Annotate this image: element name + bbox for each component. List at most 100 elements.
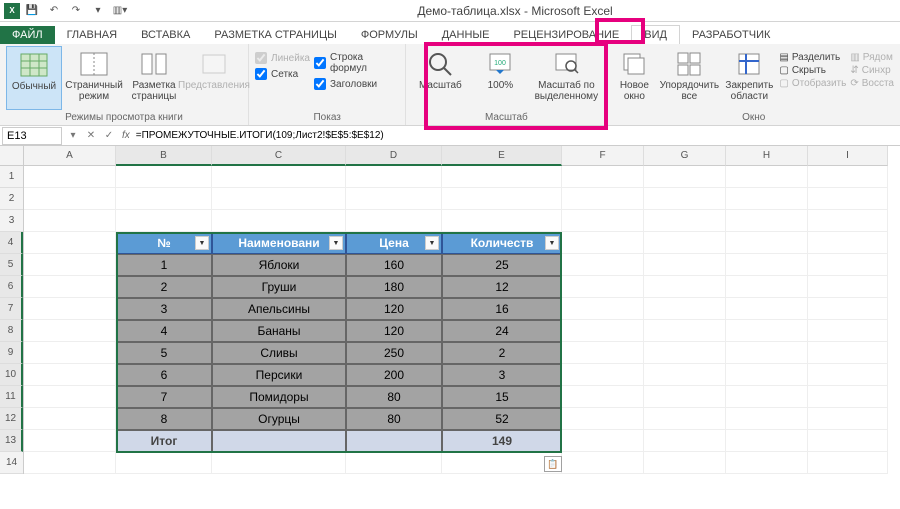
row-header-13[interactable]: 13	[0, 430, 23, 452]
cell[interactable]: 80	[346, 386, 442, 408]
cell[interactable]	[726, 320, 808, 342]
cell[interactable]	[346, 430, 442, 452]
cell[interactable]	[808, 232, 888, 254]
cell[interactable]: 16	[442, 298, 562, 320]
cell[interactable]	[644, 320, 726, 342]
cell[interactable]	[24, 342, 116, 364]
cell[interactable]	[644, 166, 726, 188]
new-window-button[interactable]: Новое окно	[613, 46, 655, 110]
cell[interactable]	[116, 188, 212, 210]
cell[interactable]	[644, 232, 726, 254]
cell[interactable]	[24, 210, 116, 232]
cell[interactable]: 52	[442, 408, 562, 430]
cell[interactable]	[726, 254, 808, 276]
cell[interactable]: 120	[346, 298, 442, 320]
col-header-a[interactable]: A	[24, 146, 116, 166]
grid-check-input[interactable]	[255, 68, 267, 80]
cell[interactable]	[726, 232, 808, 254]
cell[interactable]	[24, 276, 116, 298]
cell[interactable]: Сливы	[212, 342, 346, 364]
row-header-10[interactable]: 10	[0, 364, 23, 386]
cell[interactable]: 25	[442, 254, 562, 276]
row-header-5[interactable]: 5	[0, 254, 23, 276]
cell[interactable]: Наименовани▼	[212, 232, 346, 254]
cell[interactable]	[212, 430, 346, 452]
cell[interactable]: 8	[116, 408, 212, 430]
cell[interactable]	[726, 386, 808, 408]
cell[interactable]	[24, 166, 116, 188]
formula-bar-checkbox[interactable]: Строка формул	[314, 52, 399, 74]
cell[interactable]	[726, 166, 808, 188]
col-header-h[interactable]: H	[726, 146, 808, 166]
cell[interactable]	[562, 408, 644, 430]
ruler-checkbox[interactable]: Линейка	[255, 52, 310, 64]
cell[interactable]	[562, 452, 644, 474]
tab-developer[interactable]: РАЗРАБОТЧИК	[680, 26, 782, 44]
cell[interactable]	[644, 210, 726, 232]
undo-button[interactable]: ↶	[44, 2, 64, 20]
name-box-dropdown-icon[interactable]: ▾	[64, 130, 82, 141]
page-break-button[interactable]: Страничный режим	[66, 46, 122, 110]
arrange-all-button[interactable]: Упорядочить все	[659, 46, 719, 110]
cell[interactable]	[726, 364, 808, 386]
cell[interactable]: Бананы	[212, 320, 346, 342]
col-header-e[interactable]: E	[442, 146, 562, 166]
cell[interactable]	[116, 210, 212, 232]
row-header-8[interactable]: 8	[0, 320, 23, 342]
row-header-9[interactable]: 9	[0, 342, 23, 364]
cell[interactable]: 12	[442, 276, 562, 298]
cell[interactable]	[24, 408, 116, 430]
cell[interactable]	[24, 430, 116, 452]
cell[interactable]	[562, 430, 644, 452]
cell[interactable]: 160	[346, 254, 442, 276]
row-header-1[interactable]: 1	[0, 166, 23, 188]
cell[interactable]	[24, 232, 116, 254]
cell[interactable]	[726, 188, 808, 210]
formula-input[interactable]	[134, 130, 900, 141]
cell[interactable]: 6	[116, 364, 212, 386]
cell[interactable]: Персики	[212, 364, 346, 386]
row-header-6[interactable]: 6	[0, 276, 23, 298]
cell[interactable]: 1	[116, 254, 212, 276]
cell[interactable]	[24, 298, 116, 320]
cell[interactable]	[808, 408, 888, 430]
cell[interactable]: Количеств▼	[442, 232, 562, 254]
cell[interactable]: 24	[442, 320, 562, 342]
cell[interactable]	[726, 298, 808, 320]
cell[interactable]	[442, 166, 562, 188]
cell[interactable]	[562, 364, 644, 386]
filter-dropdown-icon[interactable]: ▼	[195, 236, 209, 250]
freeze-panes-button[interactable]: Закрепить области	[723, 46, 775, 110]
grid-body[interactable]: №▼Наименовани▼Цена▼Количеств▼1Яблоки1602…	[24, 166, 900, 474]
row-header-2[interactable]: 2	[0, 188, 23, 210]
cell[interactable]	[346, 166, 442, 188]
cell[interactable]: 149	[442, 430, 562, 452]
cell[interactable]	[562, 342, 644, 364]
cell[interactable]	[808, 188, 888, 210]
cell[interactable]: 5	[116, 342, 212, 364]
cell[interactable]	[24, 188, 116, 210]
headings-check-input[interactable]	[314, 78, 326, 90]
cell[interactable]	[644, 364, 726, 386]
cell[interactable]	[212, 452, 346, 474]
cell[interactable]	[24, 386, 116, 408]
cell[interactable]	[644, 452, 726, 474]
normal-view-button[interactable]: Обычный	[6, 46, 62, 110]
cell[interactable]: 80	[346, 408, 442, 430]
cell[interactable]	[442, 188, 562, 210]
fx-icon[interactable]: fx	[118, 130, 134, 141]
cell[interactable]	[808, 254, 888, 276]
cell[interactable]	[562, 166, 644, 188]
cell[interactable]	[808, 386, 888, 408]
row-header-14[interactable]: 14	[0, 452, 23, 474]
cell[interactable]	[562, 232, 644, 254]
cell[interactable]: Помидоры	[212, 386, 346, 408]
cell[interactable]	[346, 188, 442, 210]
cell[interactable]: 7	[116, 386, 212, 408]
cell[interactable]	[562, 298, 644, 320]
cell[interactable]	[562, 320, 644, 342]
cell[interactable]	[24, 254, 116, 276]
row-header-3[interactable]: 3	[0, 210, 23, 232]
cell[interactable]	[212, 188, 346, 210]
col-header-d[interactable]: D	[346, 146, 442, 166]
